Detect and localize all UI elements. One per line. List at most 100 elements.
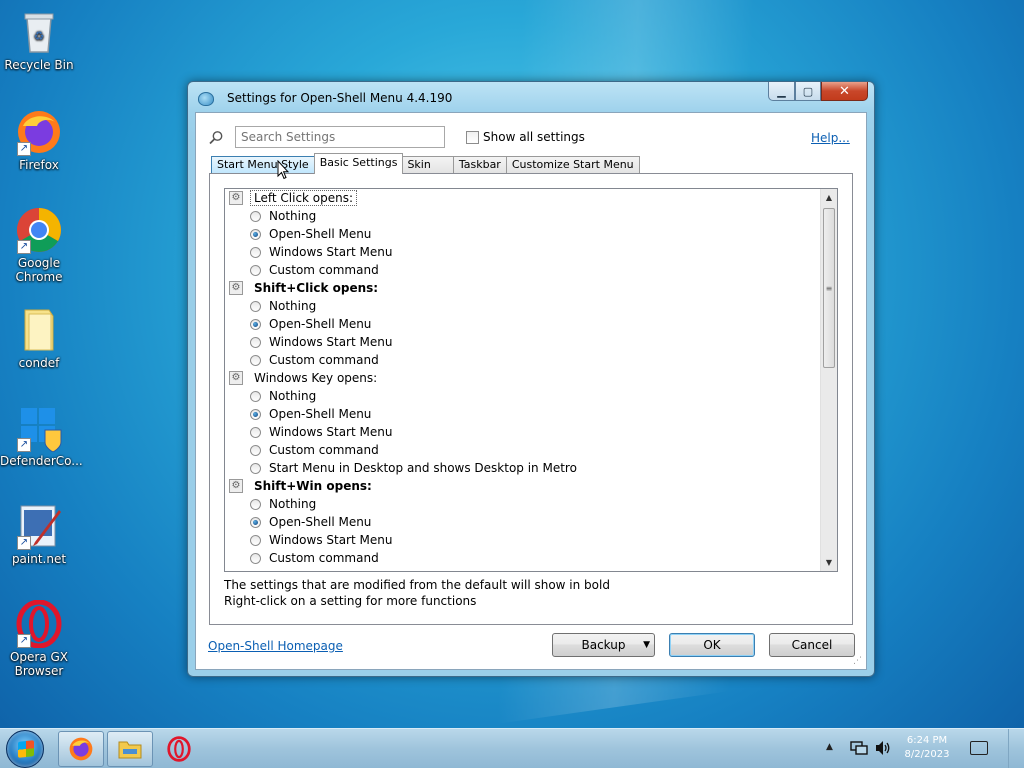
tab-basic-settings[interactable]: Basic Settings: [313, 153, 404, 174]
radio-option[interactable]: Custom command: [225, 549, 820, 567]
scroll-thumb[interactable]: ≡: [823, 208, 835, 368]
radio-option[interactable]: Nothing: [225, 495, 820, 513]
radio-label: Custom command: [269, 353, 379, 367]
taskbar-opera-gx[interactable]: [156, 731, 202, 767]
ok-button[interactable]: OK: [669, 633, 755, 657]
radio-option[interactable]: Nothing: [225, 387, 820, 405]
settings-dialog[interactable]: Settings for Open-Shell Menu 4.4.190 ▁ ▢…: [187, 81, 875, 677]
radio-label: Open-Shell Menu: [269, 317, 372, 331]
scroll-down-arrow-icon[interactable]: ▼: [821, 554, 837, 571]
radio-label: Nothing: [269, 497, 317, 511]
radio-option[interactable]: Start Menu in Desktop and shows Desktop …: [225, 459, 820, 477]
search-settings-input[interactable]: [235, 126, 445, 148]
desktop-icon-firefox[interactable]: ↗ Firefox: [0, 108, 78, 172]
close-button[interactable]: ✕: [821, 82, 868, 101]
network-icon[interactable]: [850, 740, 868, 760]
radio-button[interactable]: [250, 462, 261, 474]
desktop-icon-opera-gx[interactable]: ↗ Opera GX Browser: [0, 599, 78, 678]
radio-button-selected[interactable]: [250, 516, 261, 528]
tree-scrollbar[interactable]: ▲ ≡ ▼: [820, 189, 837, 571]
settings-tree[interactable]: ⚙ Left Click opens: Nothing Open-Shell M…: [224, 188, 838, 572]
taskbar-file-explorer[interactable]: [107, 731, 153, 767]
radio-button[interactable]: [250, 426, 261, 438]
radio-button[interactable]: [250, 498, 261, 510]
tab-taskbar[interactable]: Taskbar: [452, 156, 507, 174]
taskbar-firefox[interactable]: [58, 731, 104, 767]
checkbox-box[interactable]: [466, 130, 479, 144]
scroll-up-arrow-icon[interactable]: ▲: [821, 189, 837, 206]
start-button[interactable]: [6, 730, 44, 768]
radio-label: Start Menu in Desktop and shows Desktop …: [269, 461, 577, 475]
radio-option[interactable]: Open-Shell Menu: [225, 513, 820, 531]
radio-option[interactable]: Windows Start Menu: [225, 243, 820, 261]
show-all-settings-checkbox[interactable]: Show all settings: [466, 130, 585, 144]
radio-button[interactable]: [250, 552, 261, 564]
setting-group-shift-click[interactable]: ⚙ Shift+Click opens:: [225, 279, 820, 297]
open-shell-homepage-link[interactable]: Open-Shell Homepage: [208, 639, 343, 653]
setting-gear-icon: ⚙: [229, 479, 243, 493]
setting-group-left-click[interactable]: ⚙ Left Click opens:: [225, 189, 820, 207]
radio-label: Custom command: [269, 443, 379, 457]
maximize-button[interactable]: ▢: [795, 82, 821, 101]
dialog-title: Settings for Open-Shell Menu 4.4.190: [227, 91, 453, 105]
windows-logo-icon: [18, 740, 34, 758]
action-center-icon[interactable]: [970, 741, 988, 755]
radio-button-selected[interactable]: [250, 228, 261, 240]
radio-button[interactable]: [250, 390, 261, 402]
close-icon: ✕: [839, 83, 850, 99]
hint-right-click: Right-click on a setting for more functi…: [224, 594, 477, 608]
radio-button[interactable]: [250, 444, 261, 456]
cancel-button[interactable]: Cancel: [769, 633, 855, 657]
folder-icon: [118, 741, 142, 759]
radio-option[interactable]: Custom command: [225, 441, 820, 459]
radio-option[interactable]: Custom command: [225, 351, 820, 369]
radio-label: Nothing: [269, 389, 317, 403]
firefox-icon: ↗: [15, 108, 63, 156]
tab-skin[interactable]: Skin: [402, 156, 454, 174]
radio-button[interactable]: [250, 300, 261, 312]
radio-button[interactable]: [250, 336, 261, 348]
show-hidden-icons-chevron-icon[interactable]: ▲: [826, 742, 833, 752]
minimize-button[interactable]: ▁: [768, 82, 795, 101]
radio-option[interactable]: Open-Shell Menu: [225, 225, 820, 243]
desktop-icon-recycle-bin[interactable]: ♻ Recycle Bin: [0, 8, 78, 72]
desktop-icon-defender[interactable]: ↗ DefenderCo...: [0, 404, 83, 468]
radio-button[interactable]: [250, 534, 261, 546]
setting-group-shift-win[interactable]: ⚙ Shift+Win opens:: [225, 477, 820, 495]
radio-option[interactable]: Windows Start Menu: [225, 333, 820, 351]
show-desktop-button[interactable]: [1008, 729, 1024, 768]
setting-group-label: Windows Key opens:: [254, 371, 378, 385]
desktop-icon-chrome[interactable]: ↗ Google Chrome: [0, 206, 78, 284]
desktop-icon-paintnet[interactable]: ↗ paint.net: [0, 502, 78, 566]
radio-option[interactable]: Windows Start Menu: [225, 423, 820, 441]
radio-button[interactable]: [250, 354, 261, 366]
resize-grip-icon[interactable]: ⋰: [853, 656, 863, 666]
radio-button[interactable]: [250, 210, 261, 222]
radio-button-selected[interactable]: [250, 318, 261, 330]
radio-option[interactable]: Open-Shell Menu: [225, 405, 820, 423]
desktop-icon-label: Recycle Bin: [4, 58, 74, 72]
tab-start-menu-style[interactable]: Start Menu Style: [211, 156, 315, 174]
setting-group-windows-key[interactable]: ⚙ Windows Key opens:: [225, 369, 820, 387]
clock-time: 6:24 PM: [906, 735, 948, 746]
mouse-cursor-icon: [277, 159, 290, 180]
help-link[interactable]: Help...: [811, 131, 850, 145]
radio-button[interactable]: [250, 246, 261, 258]
shortcut-arrow-icon: ↗: [17, 536, 31, 550]
desktop-icon-condef[interactable]: condef: [0, 306, 78, 370]
folder-icon: [15, 306, 63, 354]
volume-icon[interactable]: [874, 740, 892, 760]
radio-option[interactable]: Windows Start Menu: [225, 531, 820, 549]
system-clock[interactable]: 6:24 PM 8/2/2023: [898, 734, 956, 762]
radio-option[interactable]: Custom command: [225, 261, 820, 279]
radio-option[interactable]: Nothing: [225, 297, 820, 315]
search-icon: [208, 130, 224, 146]
radio-option[interactable]: Open-Shell Menu: [225, 315, 820, 333]
radio-button[interactable]: [250, 264, 261, 276]
backup-button[interactable]: Backup ▼: [552, 633, 655, 657]
tab-customize-start-menu[interactable]: Customize Start Menu: [505, 156, 640, 174]
shortcut-arrow-icon: ↗: [17, 240, 31, 254]
open-shell-shell-icon: [198, 92, 214, 106]
radio-button-selected[interactable]: [250, 408, 261, 420]
radio-option[interactable]: Nothing: [225, 207, 820, 225]
